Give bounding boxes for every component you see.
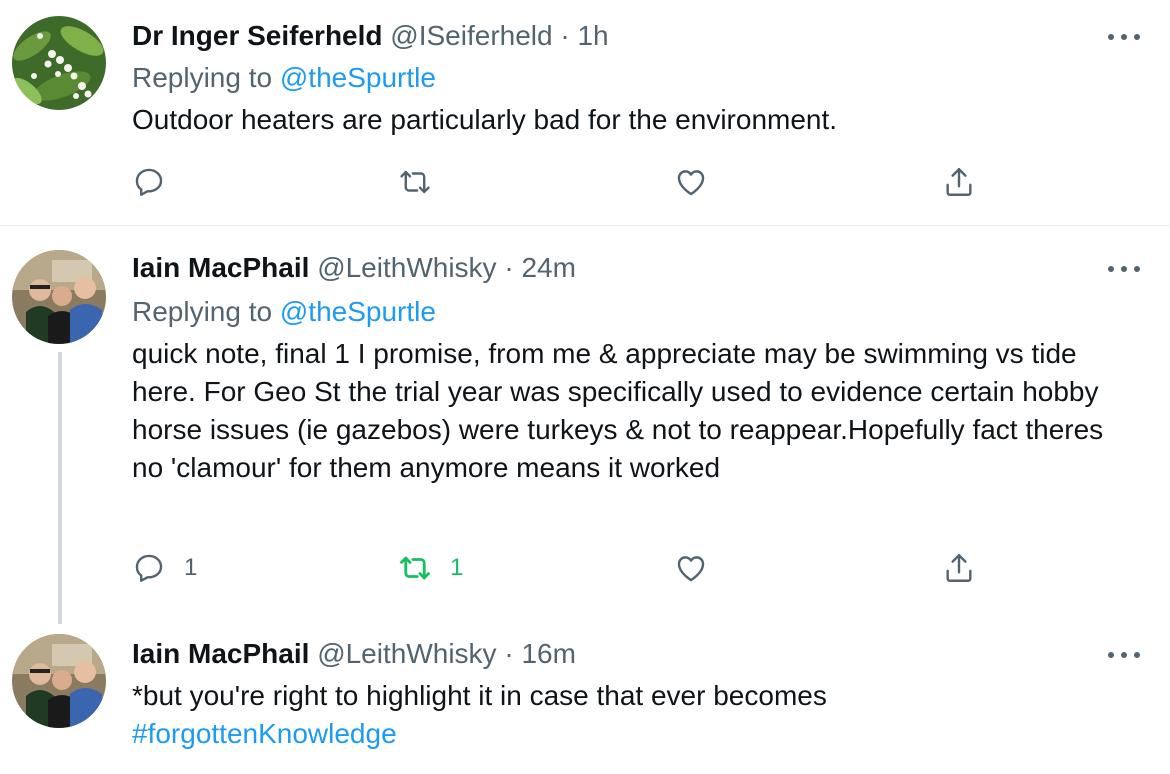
display-name[interactable]: Dr Inger Seiferheld — [132, 20, 383, 51]
avatar-image — [12, 634, 106, 728]
tweet-text: *but you're right to highlight it in cas… — [132, 677, 1132, 753]
action-bar: 1 1 — [132, 548, 992, 588]
timestamp[interactable]: 16m — [521, 638, 575, 669]
replying-to-link[interactable]: @theSpurtle — [280, 296, 436, 327]
reply-button[interactable]: 1 — [132, 548, 197, 588]
separator: · — [504, 638, 514, 669]
heart-icon — [677, 556, 705, 582]
more-icon[interactable] — [1108, 650, 1140, 660]
retweet-button[interactable] — [398, 162, 450, 202]
thread-connector — [58, 352, 62, 624]
avatar[interactable] — [12, 634, 106, 728]
more-icon[interactable] — [1108, 32, 1140, 42]
like-button[interactable] — [674, 162, 726, 202]
reply-count: 1 — [184, 554, 198, 581]
retweet-icon — [400, 170, 430, 194]
retweet-button[interactable]: 1 — [398, 548, 463, 588]
user-handle[interactable]: @LeithWhisky — [317, 638, 496, 669]
user-handle[interactable]: @ISeiferheld — [390, 20, 552, 51]
tweet-header: Iain MacPhail @LeithWhisky · 16m — [132, 636, 576, 672]
share-button[interactable] — [942, 548, 976, 588]
heart-icon — [677, 170, 705, 196]
share-button[interactable] — [942, 162, 976, 202]
avatar-image — [12, 250, 106, 344]
avatar[interactable] — [12, 16, 106, 110]
like-button[interactable] — [674, 548, 726, 588]
tweet-text-line: *but you're right to highlight it in cas… — [132, 680, 827, 711]
replying-to-link[interactable]: @theSpurtle — [280, 62, 436, 93]
action-bar — [132, 162, 992, 202]
separator: · — [504, 252, 514, 283]
tweet-3[interactable]: Iain MacPhail @LeithWhisky · 16m *but yo… — [0, 630, 1170, 774]
tweet-text: Outdoor heaters are particularly bad for… — [132, 104, 838, 135]
hashtag-link[interactable]: #forgottenKnowledge — [132, 715, 1132, 753]
separator: · — [560, 20, 570, 51]
more-icon[interactable] — [1108, 264, 1140, 274]
reply-button[interactable] — [132, 162, 184, 202]
share-icon — [946, 168, 972, 196]
reply-icon — [135, 168, 163, 196]
replying-to: Replying to @theSpurtle — [132, 294, 436, 330]
retweet-count: 1 — [450, 554, 464, 581]
timestamp[interactable]: 1h — [577, 20, 608, 51]
display-name[interactable]: Iain MacPhail — [132, 252, 309, 283]
reply-icon — [135, 554, 163, 582]
avatar[interactable] — [12, 250, 106, 344]
display-name[interactable]: Iain MacPhail — [132, 638, 309, 669]
tweet-2[interactable]: Iain MacPhail @LeithWhisky · 24m Replyin… — [0, 226, 1170, 630]
share-icon — [946, 554, 972, 582]
replying-prefix: Replying to — [132, 296, 273, 327]
replying-to: Replying to @theSpurtle — [132, 60, 436, 96]
replying-prefix: Replying to — [132, 62, 273, 93]
tweet-1[interactable]: Dr Inger Seiferheld @ISeiferheld · 1h Re… — [0, 0, 1170, 224]
tweet-text: quick note, final 1 I promise, from me &… — [132, 338, 1104, 483]
tweet-header: Dr Inger Seiferheld @ISeiferheld · 1h — [132, 18, 609, 54]
user-handle[interactable]: @LeithWhisky — [317, 252, 496, 283]
avatar-image — [12, 16, 106, 110]
tweet-header: Iain MacPhail @LeithWhisky · 24m — [132, 250, 576, 286]
timestamp[interactable]: 24m — [521, 252, 575, 283]
retweet-icon — [400, 556, 430, 580]
